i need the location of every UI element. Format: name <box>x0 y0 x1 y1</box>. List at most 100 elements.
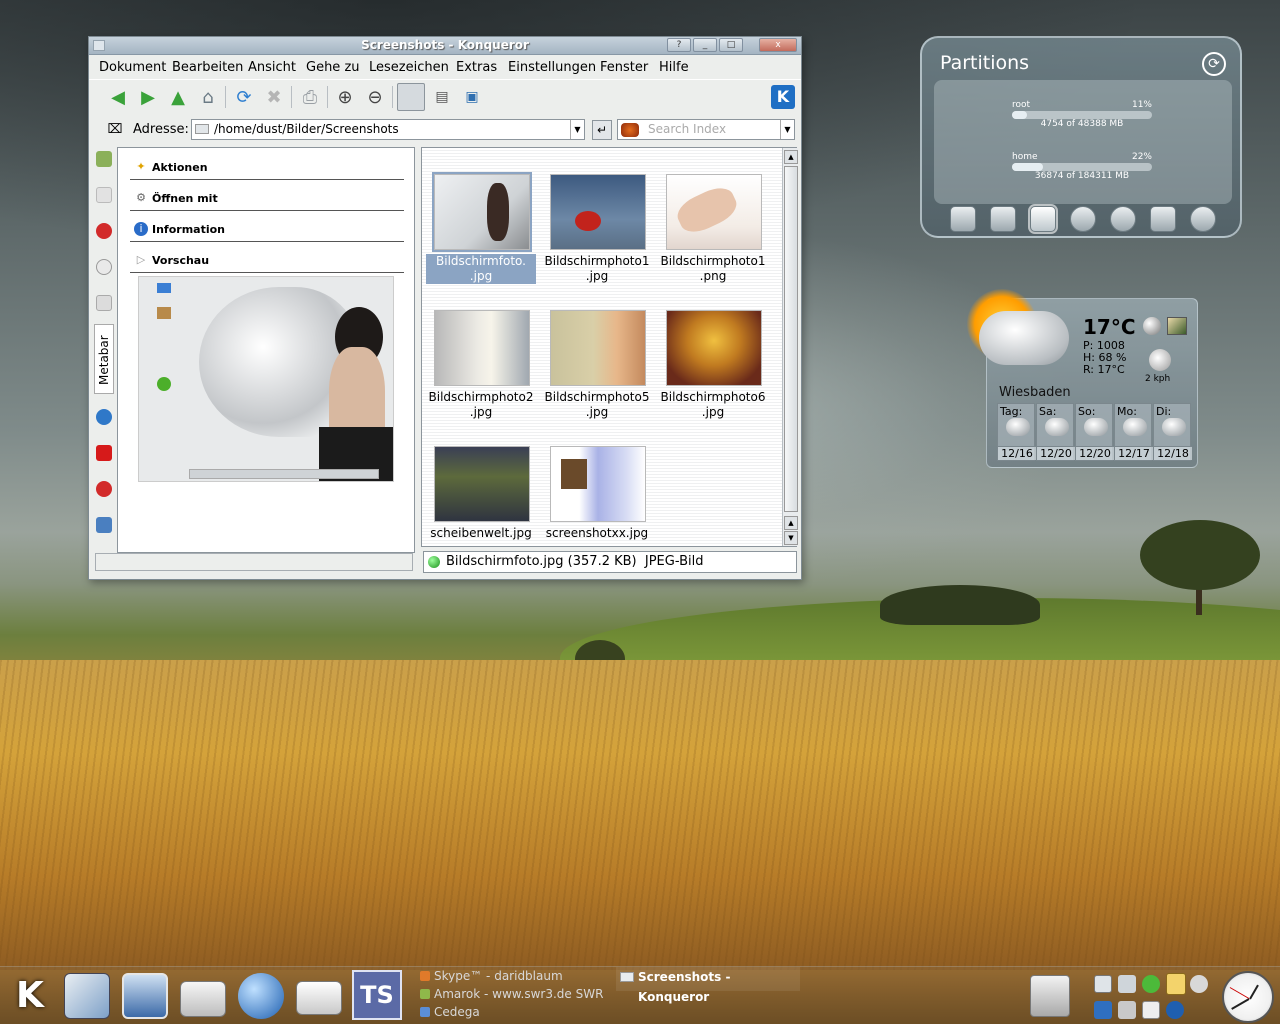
konqueror-window[interactable]: Screenshots - Konqueror ? _ □ x Dokument… <box>88 36 802 580</box>
mail-launcher-icon[interactable] <box>296 981 342 1015</box>
browser-launcher-icon[interactable] <box>238 973 284 1019</box>
section-information[interactable]: i Information <box>130 220 404 242</box>
icon-view-icon[interactable] <box>397 83 425 111</box>
tab-bookmarks-icon[interactable] <box>96 151 112 167</box>
menu-dokument[interactable]: Dokument <box>99 60 166 75</box>
clear-location-icon[interactable]: ⌧ <box>105 117 125 141</box>
tab-devices-icon[interactable] <box>96 517 112 533</box>
menu-fenster[interactable]: Fenster <box>600 60 648 75</box>
scrollbar-handle[interactable] <box>784 166 798 512</box>
file-item[interactable]: Bildschirmphoto5 .jpg <box>542 284 652 419</box>
stop-icon[interactable]: ✖ <box>261 84 287 110</box>
globe-icon[interactable] <box>1143 317 1161 335</box>
menu-lesezeichen[interactable]: Lesezeichen <box>369 60 449 75</box>
up-arrow-icon[interactable]: ▲ <box>165 84 191 110</box>
menu-gehe-zu[interactable]: Gehe zu <box>306 60 360 75</box>
tab-favorites-icon[interactable] <box>96 223 112 239</box>
tab-network-icon[interactable] <box>96 409 112 425</box>
cdrom-icon[interactable] <box>1190 206 1216 232</box>
clipboard-icon[interactable] <box>1142 1001 1160 1019</box>
keyboard-layout-icon[interactable] <box>1094 1001 1112 1019</box>
editor-launcher-icon[interactable] <box>64 973 110 1019</box>
scroll-up-icon[interactable]: ▲ <box>784 516 798 530</box>
partition-row-root: root 11% 4754 of 48388 MB <box>1012 100 1152 130</box>
network-tray-icon[interactable] <box>1190 975 1208 993</box>
file-item[interactable]: Bildschirmfoto. .jpg <box>426 148 536 284</box>
section-vorschau[interactable]: ▷ Vorschau <box>130 251 404 273</box>
search-dropdown-icon[interactable]: ▼ <box>780 120 794 139</box>
search-provider-icon[interactable] <box>621 123 639 137</box>
task-skype[interactable]: Skype™ - daridblaum <box>420 969 563 983</box>
notes-icon[interactable] <box>1166 973 1186 995</box>
file-view[interactable]: Bildschirmfoto. .jpg Bildschirmphoto1 .j… <box>421 147 798 547</box>
analog-clock[interactable] <box>1222 971 1274 1023</box>
tab-media-icon[interactable] <box>96 445 112 461</box>
menu-bearbeiten[interactable]: Bearbeiten <box>172 60 243 75</box>
help-button[interactable]: ? <box>667 38 691 52</box>
file-item[interactable]: Bildschirmphoto1 .jpg <box>542 148 652 283</box>
scroll-down-icon[interactable]: ▼ <box>784 531 798 545</box>
home-folder-launcher-icon[interactable] <box>180 981 226 1017</box>
forward-arrow-icon[interactable]: ▶ <box>135 84 161 110</box>
title-bar[interactable]: Screenshots - Konqueror ? _ □ x <box>89 37 801 55</box>
search-input[interactable]: Search Index <box>617 119 795 140</box>
location-input[interactable]: /home/dust/Bilder/Screenshots <box>191 119 585 140</box>
tab-metabar[interactable]: Metabar <box>94 324 114 394</box>
scroll-up-icon[interactable]: ▲ <box>784 150 798 164</box>
back-arrow-icon[interactable]: ◀ <box>105 84 131 110</box>
task-konqueror[interactable]: Screenshots - Konqueror <box>616 967 800 1004</box>
photo-icon[interactable] <box>1167 317 1187 335</box>
detail-view-icon[interactable]: ▤ <box>429 84 455 110</box>
print-icon[interactable]: ⎙ <box>297 84 323 110</box>
vertical-scrollbar[interactable]: ▲ ▲ ▼ <box>782 148 798 546</box>
alarm-clock-icon[interactable] <box>1110 206 1136 232</box>
tab-services-icon[interactable] <box>96 481 112 497</box>
file-item[interactable]: Bildschirmphoto1 .png <box>658 148 768 283</box>
file-item[interactable]: Bildschirmphoto6 .jpg <box>658 284 768 419</box>
plug-icon[interactable] <box>1118 1001 1136 1019</box>
folder-icon <box>195 124 209 134</box>
computer-icon[interactable] <box>950 206 976 232</box>
task-amarok[interactable]: Amarok - www.swr3.de SWR <box>420 987 603 1001</box>
calendar-icon[interactable] <box>1150 206 1176 232</box>
tab-home-icon[interactable] <box>96 295 112 311</box>
partitions-widget[interactable]: Partitions ⟳ root 11% 4754 of 48388 MB h… <box>920 36 1242 238</box>
menu-ansicht[interactable]: Ansicht <box>248 60 296 75</box>
go-button[interactable]: ↵ <box>592 120 612 140</box>
harddisk-icon[interactable] <box>1028 204 1058 234</box>
file-item[interactable]: scheibenwelt.jpg <box>426 420 536 546</box>
weather-widget[interactable]: 17°C P: 1008 H: 68 % R: 17°C 2 kph Wiesb… <box>967 289 1198 468</box>
task-cedega[interactable]: Cedega <box>420 1005 480 1019</box>
search-icon[interactable] <box>1094 975 1112 993</box>
zoom-out-icon[interactable]: ⊖ <box>362 84 388 110</box>
section-oeffnen-mit[interactable]: ⚙ Öffnen mit <box>130 189 404 211</box>
menu-hilfe[interactable]: Hilfe <box>659 60 689 75</box>
kde-menu-button[interactable]: K <box>6 973 54 1019</box>
menu-extras[interactable]: Extras <box>456 60 497 75</box>
preview-icon[interactable]: ▣ <box>459 84 485 110</box>
zoom-in-icon[interactable]: ⊕ <box>332 84 358 110</box>
network-icon[interactable] <box>1070 206 1096 232</box>
teamspeak-launcher-icon[interactable]: TS <box>352 970 402 1020</box>
maximize-button[interactable]: □ <box>719 38 743 52</box>
computer-launcher-icon[interactable] <box>122 973 168 1019</box>
trash-icon[interactable] <box>1030 975 1070 1017</box>
section-aktionen[interactable]: ✦ Aktionen <box>130 158 404 180</box>
reload-icon[interactable]: ⟳ <box>231 84 257 110</box>
hardware-icon[interactable] <box>990 206 1016 232</box>
file-item[interactable]: screenshotxx.jpg <box>542 420 652 546</box>
home-icon[interactable]: ⌂ <box>195 84 221 110</box>
globe-tray-icon[interactable] <box>1166 1001 1184 1019</box>
menu-einstellungen[interactable]: Einstellungen <box>508 60 596 75</box>
skype-tray-icon[interactable] <box>1142 975 1160 993</box>
location-dropdown-icon[interactable]: ▼ <box>570 120 584 139</box>
kde-logo-icon[interactable]: K <box>771 85 795 109</box>
refresh-icon[interactable]: ⟳ <box>1202 52 1226 76</box>
minimize-button[interactable]: _ <box>693 38 717 52</box>
tab-document-icon[interactable] <box>96 187 112 203</box>
speaker-icon[interactable] <box>1118 975 1136 993</box>
file-item[interactable]: Bildschirmphoto2 .jpg <box>426 284 536 419</box>
forecast-temps: 12/17 <box>1115 446 1153 460</box>
close-button[interactable]: x <box>759 38 797 52</box>
tab-history-icon[interactable] <box>96 259 112 275</box>
